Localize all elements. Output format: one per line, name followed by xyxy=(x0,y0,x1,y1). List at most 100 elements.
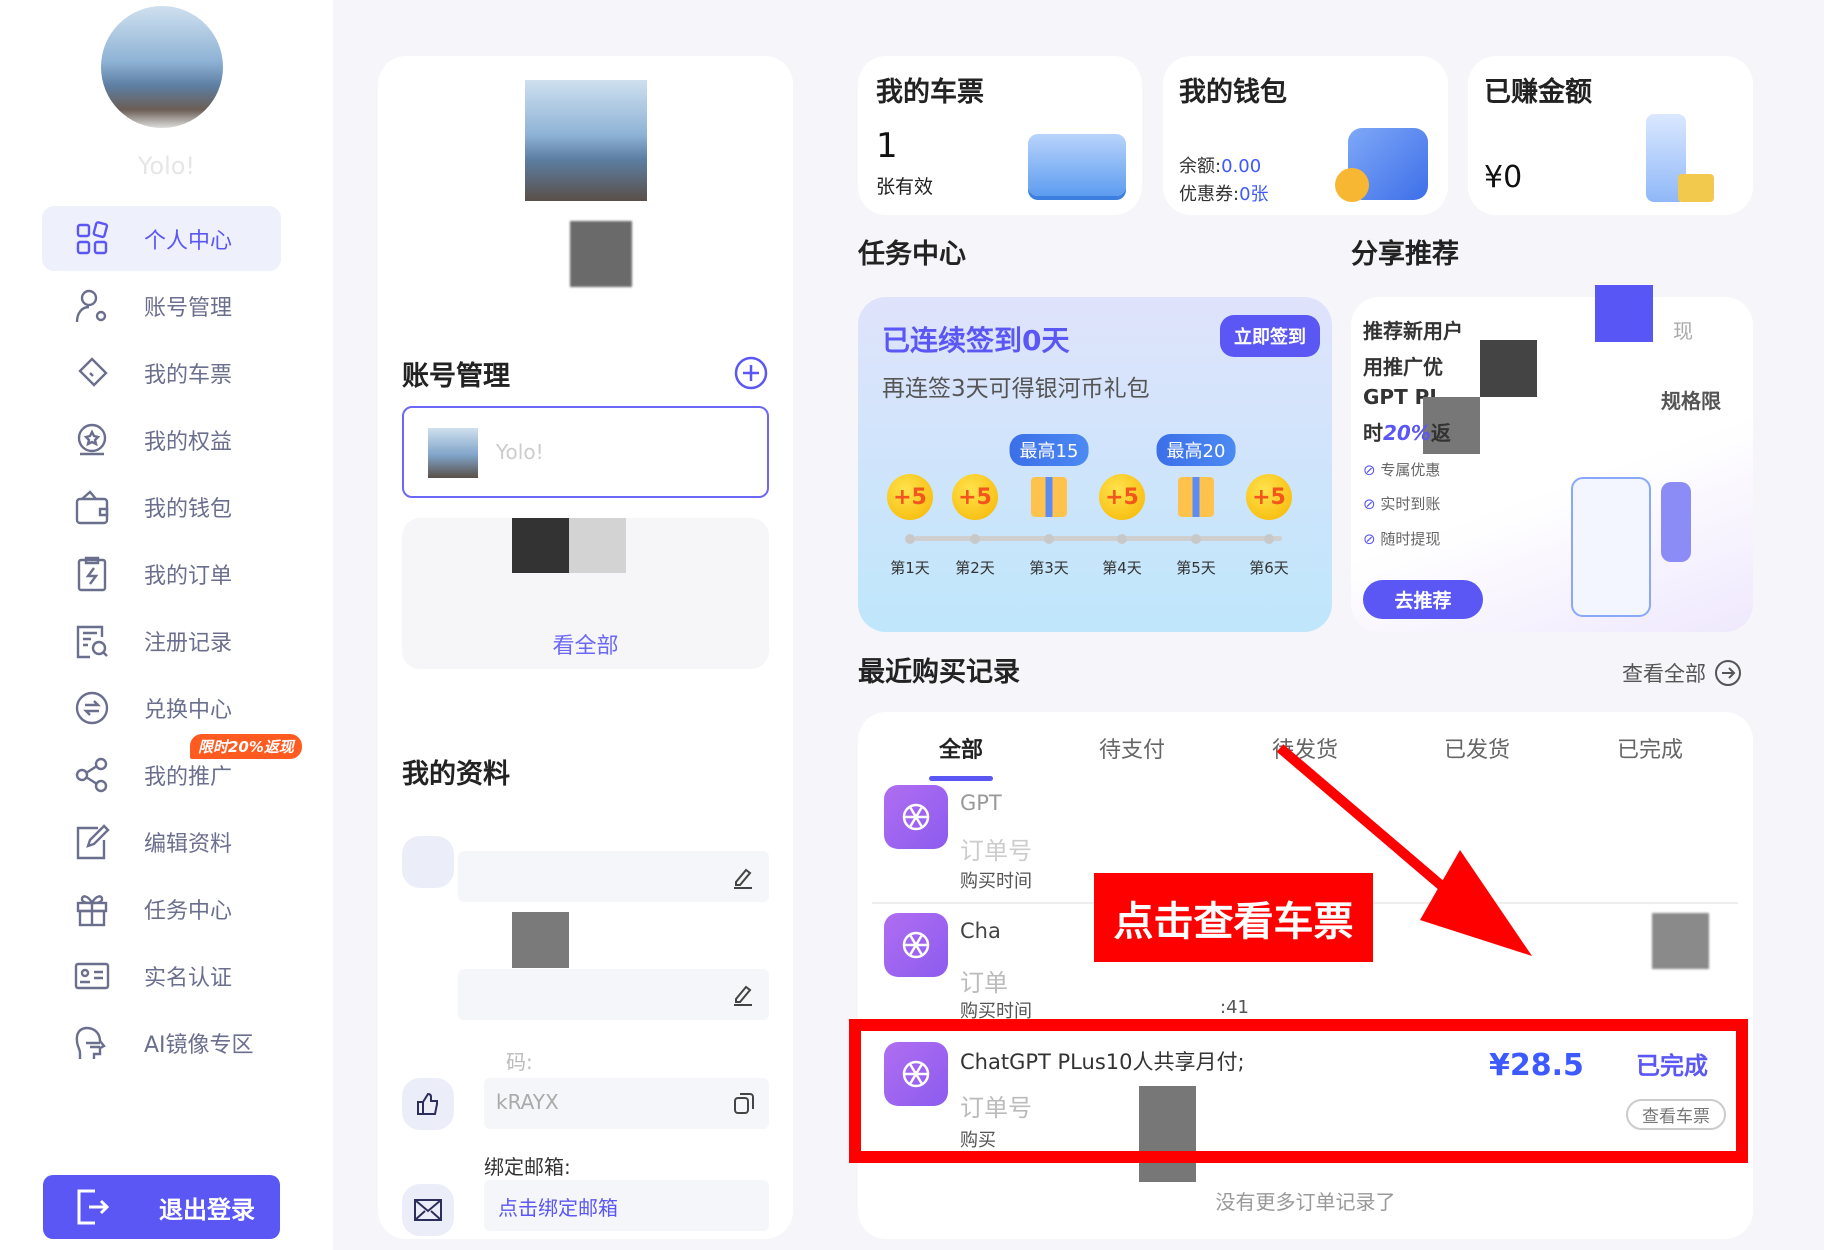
share-card: 推荐新用户 现 用推广优 GPT PL 规格限 时20%返 ⊘ 专属优惠 ⊘ 实… xyxy=(1351,285,1753,632)
redacted-block xyxy=(1480,340,1537,397)
progress-dot xyxy=(1264,534,1274,544)
earned-title: 已赚金额 xyxy=(1484,77,1592,108)
email-label: 绑定邮箱: xyxy=(484,1155,571,1179)
copy-icon[interactable] xyxy=(732,1091,756,1115)
tickets-card[interactable]: 我的车票 1 张有效 xyxy=(858,56,1142,215)
avatar[interactable] xyxy=(101,6,223,128)
day-label: 第5天 xyxy=(1176,559,1216,577)
logout-label: 退出登录 xyxy=(159,1195,255,1224)
add-account-icon[interactable] xyxy=(734,356,768,390)
sidebar-item-7[interactable]: 兑换中心 xyxy=(42,675,281,740)
sidebar-item-label: 实名认证 xyxy=(144,965,233,991)
tab-0[interactable]: 全部 xyxy=(939,732,983,764)
sidebar-item-6[interactable]: 注册记录 xyxy=(42,608,281,673)
sidebar-item-label: 我的订单 xyxy=(144,563,233,589)
edit-icon xyxy=(72,822,112,862)
wallet-icon xyxy=(72,487,112,527)
order-row[interactable]: GPT 订单号 购买时间 xyxy=(884,785,1032,892)
edit-icon[interactable] xyxy=(730,864,756,890)
edit-icon[interactable] xyxy=(730,981,756,1007)
day-label: 第3天 xyxy=(1029,559,1069,577)
share-line: 返 xyxy=(1430,421,1451,445)
sidebar-item-3[interactable]: 我的权益 xyxy=(42,407,281,472)
sidebar-item-4[interactable]: 我的钱包 xyxy=(42,474,281,539)
mail-icon xyxy=(402,1184,454,1236)
coupon-label: 优惠券: xyxy=(1179,184,1240,205)
sidebar-item-2[interactable]: 我的车票 xyxy=(42,340,281,405)
person-illustration-icon xyxy=(1661,482,1691,562)
bind-email-link[interactable]: 点击绑定邮箱 xyxy=(498,1192,618,1221)
progress-dot xyxy=(1117,534,1127,544)
check-icon: ⊘ xyxy=(1363,461,1381,479)
sidebar-item-12[interactable]: AI镜像专区 xyxy=(42,1010,281,1075)
redacted-block xyxy=(1652,913,1709,969)
order-number-label: 订单号 xyxy=(960,837,1032,865)
redacted-block xyxy=(1595,285,1653,342)
order-row[interactable]: Cha 订单 购买时间 :41 xyxy=(884,913,1709,1022)
sidebar-item-label: 我的推广 xyxy=(144,764,233,790)
sidebar-item-label: 我的钱包 xyxy=(144,496,233,522)
tickets-sub: 张有效 xyxy=(876,176,934,198)
recommend-button[interactable]: 去推荐 xyxy=(1363,580,1483,619)
check-item: ⊘ 专属优惠 xyxy=(1363,461,1441,479)
exchange-icon xyxy=(72,688,112,728)
sidebar-item-5[interactable]: 我的订单 xyxy=(42,541,281,606)
coin-reward: +5 xyxy=(1099,474,1145,520)
share-line: 规格限 xyxy=(1661,389,1721,413)
order-title: GPT xyxy=(960,791,1002,815)
signin-hint: 再连签3天可得银河币礼包 xyxy=(882,376,1150,402)
coupon-value: 0张 xyxy=(1239,184,1269,205)
tickets-count: 1 xyxy=(876,126,898,166)
sidebar-item-label: 账号管理 xyxy=(144,295,233,321)
profile-card: 账号管理 Yolo! 看全部 我的资料 码: kRAYX 绑定邮箱: 点击绑定邮… xyxy=(378,56,793,1239)
day-label: 第2天 xyxy=(955,559,995,577)
wallet-title: 我的钱包 xyxy=(1179,77,1287,108)
order-time: :41 xyxy=(1220,997,1249,1018)
day-label: 第1天 xyxy=(890,559,930,577)
share-heading: 分享推荐 xyxy=(1351,239,1459,270)
sidebar-item-9[interactable]: 编辑资料 xyxy=(42,809,281,874)
ai-head-icon xyxy=(72,1023,112,1063)
signin-button[interactable]: 立即签到 xyxy=(1220,315,1320,357)
earned-card[interactable]: 已赚金额 ¥0 xyxy=(1468,56,1753,215)
card-illustration-icon xyxy=(1028,134,1126,196)
code-value: kRAYX xyxy=(496,1090,559,1114)
redacted-block xyxy=(512,518,569,573)
order-title: Cha xyxy=(960,919,1001,943)
account-name: Yolo! xyxy=(496,440,544,464)
sidebar-item-label: 我的权益 xyxy=(144,429,233,455)
orders-heading: 最近购买记录 xyxy=(858,657,1020,688)
search-doc-icon xyxy=(72,621,112,661)
share-icon xyxy=(72,755,112,795)
id-card-icon xyxy=(72,956,112,996)
wallet-card[interactable]: 我的钱包 余额:0.00 优惠券:0张 xyxy=(1163,56,1448,215)
sidebar-item-label: AI镜像专区 xyxy=(144,1032,254,1058)
field-icon xyxy=(402,836,454,888)
day-label: 第6天 xyxy=(1249,559,1289,577)
tab-4[interactable]: 已完成 xyxy=(1617,732,1683,764)
earned-value: ¥0 xyxy=(1484,160,1523,195)
sidebar-item-11[interactable]: 实名认证 xyxy=(42,943,281,1008)
check-icon: ⊘ xyxy=(1363,495,1381,513)
sidebar-item-label: 任务中心 xyxy=(144,898,233,924)
check-item: ⊘ 实时到账 xyxy=(1363,495,1441,513)
email-field[interactable]: 点击绑定邮箱 xyxy=(484,1180,769,1231)
coin-reward: +5 xyxy=(952,474,998,520)
reward-tip: 最高15 xyxy=(1009,434,1089,466)
sidebar-item-10[interactable]: 任务中心 xyxy=(42,876,281,941)
gift-icon xyxy=(1178,477,1214,517)
streak-text: 已连续签到0天 xyxy=(882,324,1070,357)
profile-field-1[interactable] xyxy=(458,851,769,902)
view-all-orders-link[interactable]: 查看全部 xyxy=(1622,658,1742,688)
sidebar-item-1[interactable]: 账号管理 xyxy=(42,273,281,338)
sidebar-item-0[interactable]: 个人中心 xyxy=(42,206,281,271)
tab-1[interactable]: 待支付 xyxy=(1099,732,1165,764)
account-item[interactable]: Yolo! xyxy=(402,406,769,498)
check-item: ⊘ 随时提现 xyxy=(1363,530,1441,548)
order-time-label: 购买时间 xyxy=(960,871,1032,892)
profile-field-2[interactable] xyxy=(458,969,769,1020)
sidebar-item-label: 个人中心 xyxy=(144,228,233,254)
referral-illustration-icon xyxy=(1571,477,1651,617)
view-all-accounts-link[interactable]: 看全部 xyxy=(402,628,769,660)
logout-button[interactable]: 退出登录 xyxy=(43,1175,280,1239)
